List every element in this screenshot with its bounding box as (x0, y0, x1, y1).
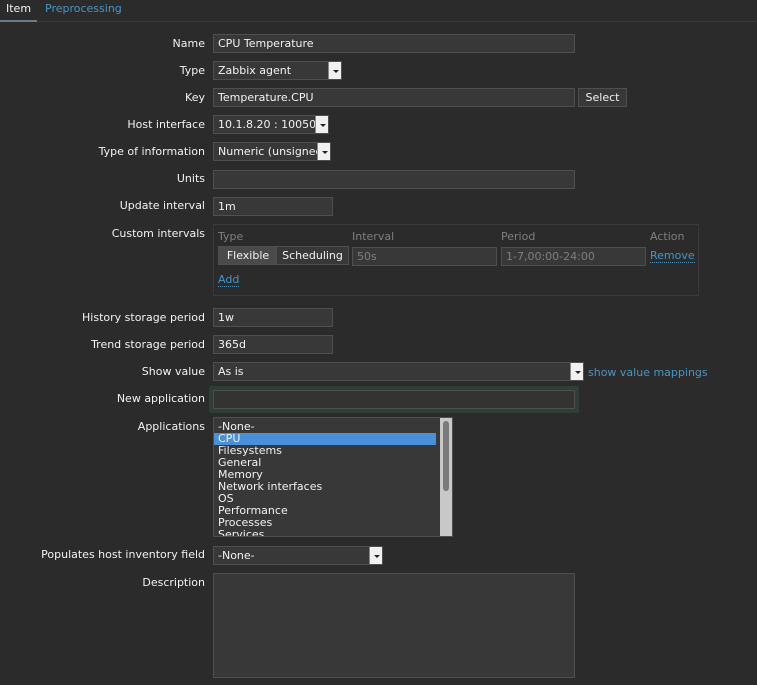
inventory-value: -None- (218, 549, 255, 562)
history-input[interactable]: 1w (213, 308, 333, 327)
name-label: Name (172, 37, 205, 50)
list-item[interactable]: -None- (214, 421, 436, 433)
tab-preprocessing[interactable]: Preprocessing (45, 2, 122, 22)
inventory-label: Populates host inventory field (41, 548, 205, 561)
applications-label: Applications (137, 420, 205, 433)
remove-interval-link[interactable]: Remove (650, 249, 695, 263)
type-value: Zabbix agent (218, 64, 292, 77)
header-action: Action (650, 230, 685, 243)
select-key-button[interactable]: Select (578, 88, 627, 107)
show-value-label: Show value (141, 365, 205, 378)
key-label: Key (185, 91, 205, 104)
key-input[interactable]: Temperature.CPU (213, 88, 575, 107)
interval-input[interactable]: 50s (352, 247, 497, 266)
tab-bar: Item Preprocessing (0, 0, 757, 22)
header-period: Period (501, 230, 536, 243)
chevron-down-icon (317, 143, 330, 160)
show-value-value: As is (218, 365, 244, 378)
scrollbar-thumb[interactable] (443, 421, 449, 491)
units-input[interactable] (213, 170, 575, 189)
update-interval-label: Update interval (119, 199, 205, 212)
type-of-information-label: Type of information (98, 145, 205, 158)
inventory-select[interactable]: -None- (213, 546, 383, 565)
tab-item[interactable]: Item (0, 2, 38, 22)
period-input[interactable]: 1-7,00:00-24:00 (501, 247, 646, 266)
add-interval-link[interactable]: Add (218, 273, 240, 287)
applications-listbox[interactable]: -None- CPU Filesystems General Memory Ne… (213, 417, 453, 537)
host-interface-label: Host interface (127, 118, 205, 131)
description-textarea[interactable] (213, 573, 575, 678)
show-value-mappings-link[interactable]: show value mappings (588, 366, 708, 379)
scrollbar[interactable] (440, 418, 452, 536)
type-of-information-select[interactable]: Numeric (unsigned) (213, 142, 331, 161)
chevron-down-icon (315, 116, 328, 133)
flexible-toggle[interactable]: Flexible (218, 246, 277, 265)
trend-input[interactable]: 365d (213, 335, 333, 354)
scheduling-toggle[interactable]: Scheduling (276, 246, 349, 265)
update-interval-input[interactable]: 1m (213, 197, 333, 216)
header-interval: Interval (352, 230, 395, 243)
type-of-information-value: Numeric (unsigned) (218, 145, 327, 158)
header-type: Type (218, 230, 244, 243)
host-interface-value: 10.1.8.20 : 10050 (218, 118, 317, 131)
name-input[interactable]: CPU Temperature (213, 34, 575, 53)
chevron-down-icon (369, 547, 382, 564)
description-label: Description (142, 576, 205, 589)
type-label: Type (179, 64, 205, 77)
list-item[interactable]: Services (214, 529, 436, 537)
show-value-select[interactable]: As is (213, 362, 584, 381)
new-application-label: New application (116, 392, 205, 405)
host-interface-select[interactable]: 10.1.8.20 : 10050 (213, 115, 329, 134)
chevron-down-icon (328, 62, 341, 79)
type-select[interactable]: Zabbix agent (213, 61, 342, 80)
list-item[interactable]: Network interfaces (214, 481, 436, 493)
custom-intervals-label: Custom intervals (111, 227, 205, 240)
history-label: History storage period (82, 311, 205, 324)
new-application-input[interactable] (213, 390, 575, 409)
trend-label: Trend storage period (91, 338, 205, 351)
chevron-down-icon (570, 363, 583, 380)
custom-intervals-table: Type Interval Period Action Flexible Sch… (213, 224, 699, 296)
units-label: Units (176, 172, 205, 185)
